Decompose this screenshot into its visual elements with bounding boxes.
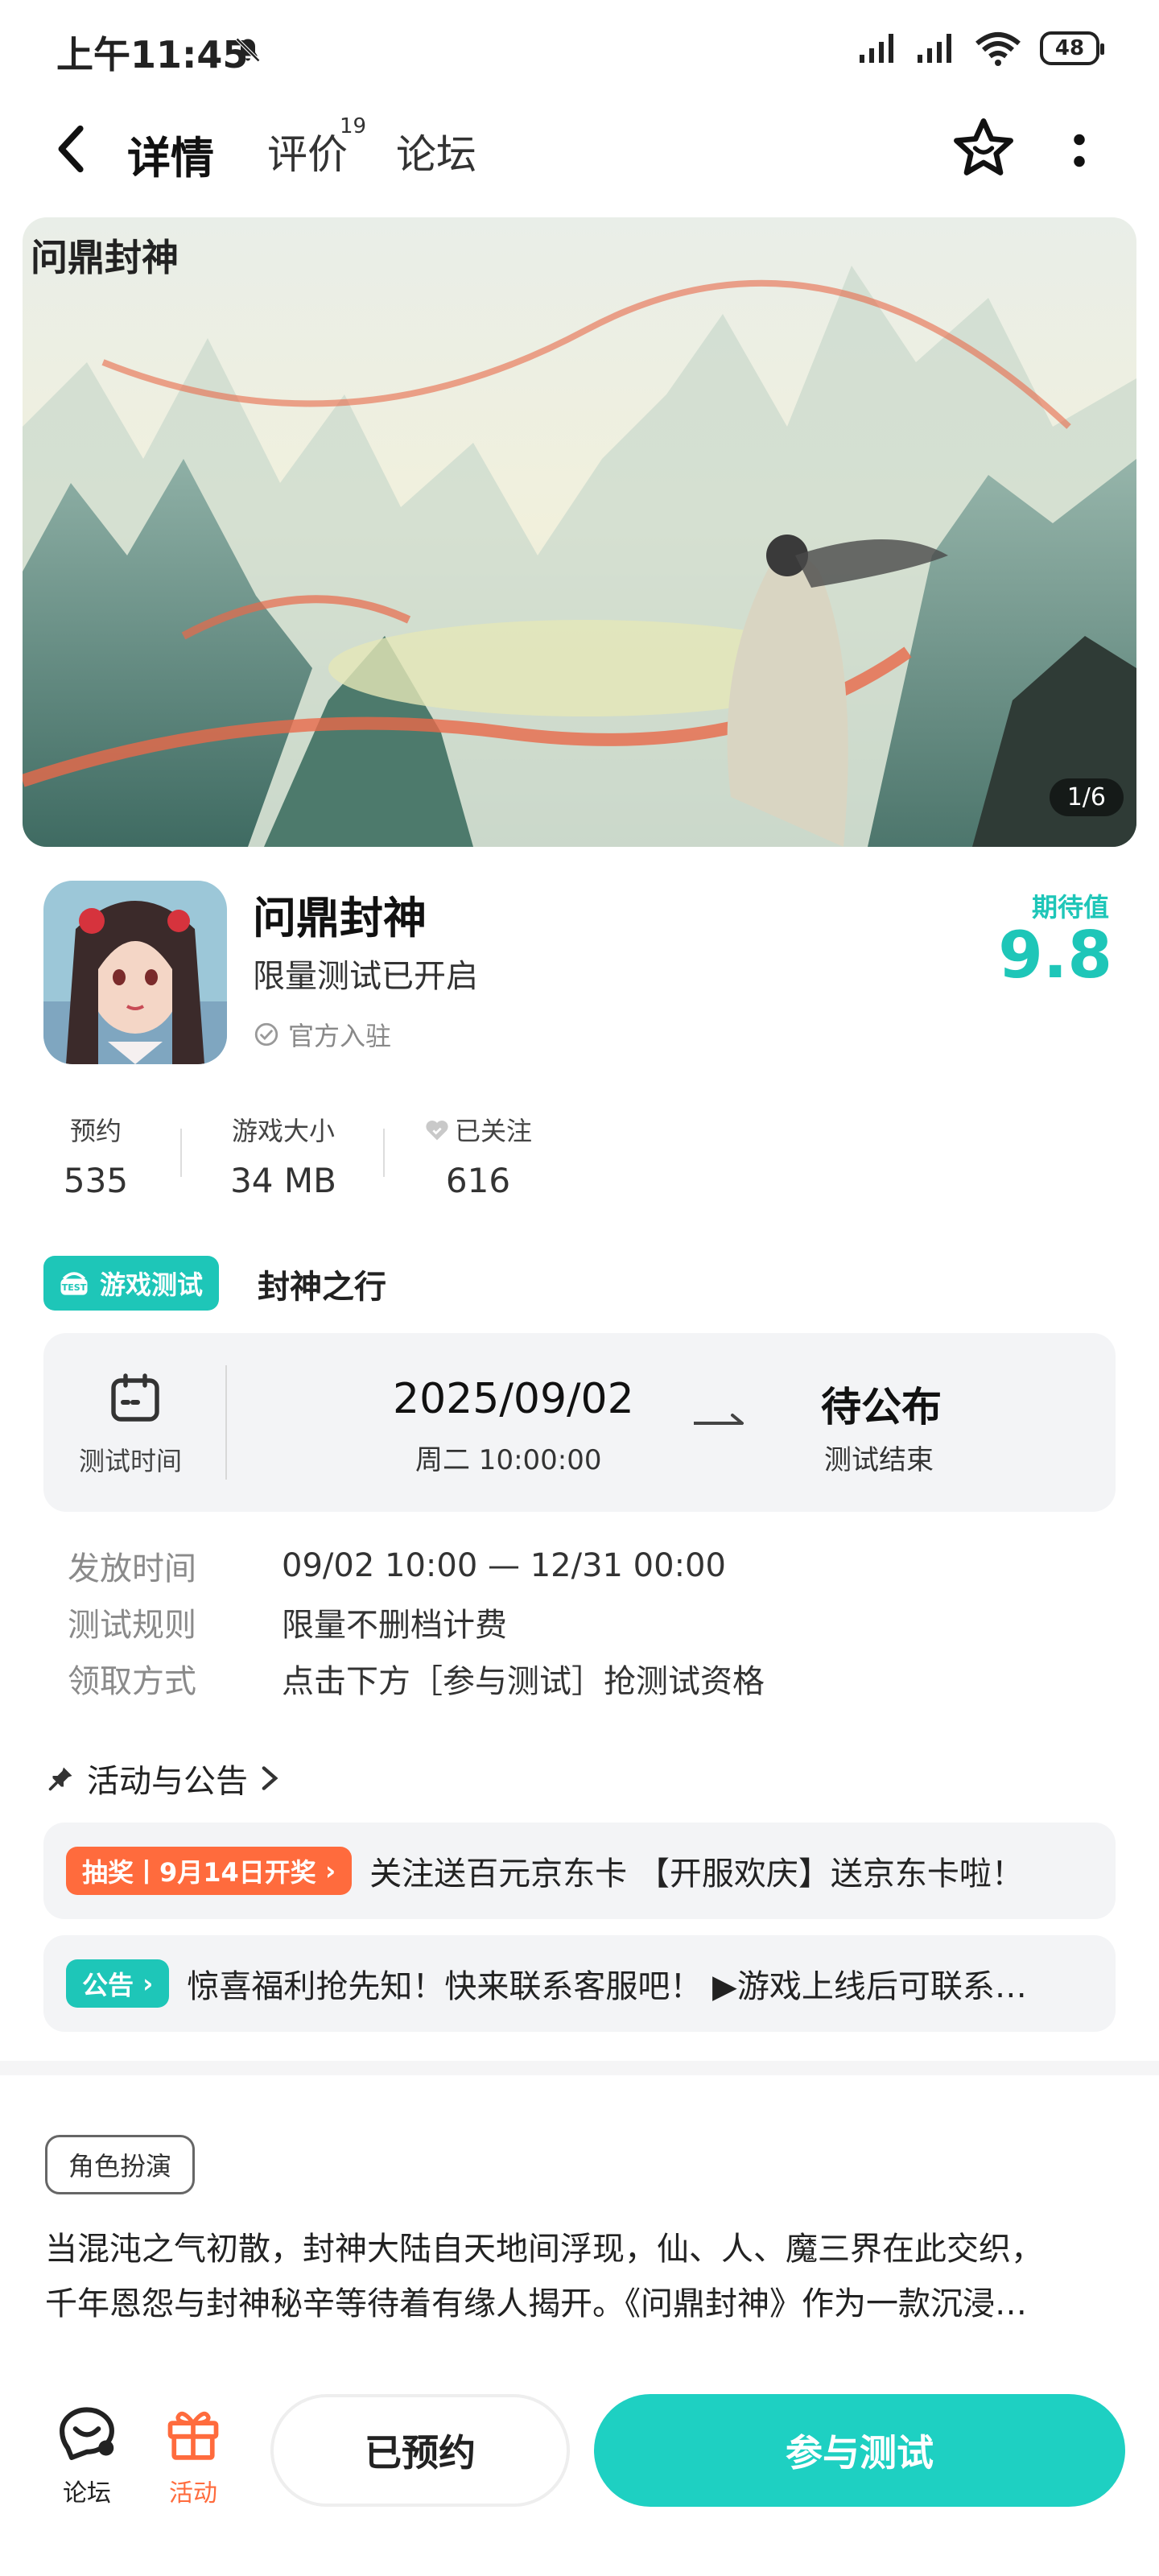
app-icon: [43, 881, 227, 1064]
banner-artwork: [23, 217, 1136, 847]
info-value: 限量不删档计费: [282, 1607, 507, 1644]
arrow-right-icon: [694, 1414, 744, 1425]
tab-forum[interactable]: 论坛: [396, 122, 476, 180]
check-circle-icon: [254, 1022, 278, 1046]
app-name: 问鼎封神: [253, 893, 427, 943]
activity-item-announcement[interactable]: 公告 › 惊喜福利抢先知！快来联系客服吧！ ▶游戏上线后可联系…: [43, 1935, 1116, 2032]
lottery-tag: 抽奖丨9月14日开奖 ›: [66, 1847, 353, 1895]
banner-carousel[interactable]: 问鼎封神 1/6: [23, 217, 1136, 847]
chevron-right-icon: ›: [134, 1968, 154, 1999]
tab-forum-label: 论坛: [396, 131, 476, 178]
stat-size: 游戏大小 34 MB: [211, 1111, 356, 1200]
join-test-button[interactable]: 参与测试: [594, 2394, 1125, 2507]
activity-text: 关注送百元京东卡 【开服欢庆】送京东卡啦！: [369, 1856, 1024, 1893]
calendar-icon: [111, 1373, 159, 1422]
test-time-card: 测试时间 2025/09/02 周二 10:00:00 待公布 测试结束: [43, 1333, 1116, 1512]
tab-detail[interactable]: 详情: [127, 122, 214, 186]
tab-detail-label: 详情: [127, 133, 214, 184]
info-row: 领取方式 点击下方［参与测试］抢测试资格: [68, 1650, 765, 1707]
info-key: 领取方式: [68, 1663, 196, 1700]
test-start-date: 2025/09/02: [393, 1375, 634, 1423]
app-subtitle: 限量测试已开启: [253, 958, 478, 995]
activity-text: 惊喜福利抢先知！快来联系客服吧！ ▶游戏上线后可联系…: [187, 1968, 1027, 2005]
stat-value: 616: [445, 1161, 511, 1200]
stat-label: 预约: [69, 1116, 122, 1146]
stat-label: 游戏大小: [231, 1116, 335, 1146]
bottom-activity-label: 活动: [169, 2479, 217, 2508]
game-description[interactable]: 当混沌之气初散，封神大陆自天地间浮现，仙、人、魔三界在此交织， 千年恩怨与封神秘…: [45, 2222, 1116, 2331]
bottom-activity-button[interactable]: 活动: [153, 2402, 233, 2508]
reserved-button[interactable]: 已预约: [270, 2394, 570, 2507]
official-label: 官方入驻: [288, 1021, 392, 1051]
top-nav: 详情 评价 19 论坛: [0, 97, 1159, 201]
info-key: 测试规则: [68, 1607, 196, 1644]
test-end-label: 测试结束: [824, 1444, 934, 1476]
test-start-time: 周二 10:00:00: [415, 1444, 602, 1476]
chevron-right-icon: ›: [316, 1856, 336, 1886]
genre-tag[interactable]: 角色扮演: [45, 2135, 196, 2194]
wifi-icon: [975, 32, 1021, 66]
chevron-right-icon: [262, 1766, 278, 1790]
test-time-label: 测试时间: [79, 1446, 183, 1476]
stat-label: 已关注: [414, 1111, 542, 1148]
test-info-list: 发放时间 09/02 10:00 — 12/31 00:00 测试规则 限量不删…: [68, 1538, 765, 1707]
signal-icon: [860, 34, 893, 63]
announcement-tag-label: 公告: [82, 1970, 134, 2000]
stat-divider: [383, 1129, 385, 1177]
official-badge[interactable]: 官方入驻: [253, 1016, 391, 1053]
info-row: 发放时间 09/02 10:00 — 12/31 00:00: [68, 1538, 765, 1594]
stats-row: 预约 535 游戏大小 34 MB 已关注 616: [43, 1111, 768, 1200]
info-value: 点击下方［参与测试］抢测试资格: [282, 1663, 765, 1700]
description-line: 当混沌之气初散，封神大陆自天地间浮现，仙、人、魔三界在此交织，: [45, 2231, 1043, 2268]
info-value: 09/02 10:00 — 12/31 00:00: [282, 1547, 726, 1584]
game-test-badge-label: 游戏测试: [100, 1269, 204, 1300]
back-arrow-icon[interactable]: [48, 122, 97, 175]
status-time: 上午11:45: [56, 33, 249, 76]
gift-icon: [167, 2411, 219, 2460]
game-test-badge: TEST 游戏测试: [43, 1256, 220, 1311]
signal-icon: [918, 34, 951, 63]
section-divider: [0, 2061, 1159, 2075]
description-line: 千年恩怨与封神秘辛等待着有缘人揭开。《问鼎封神》作为一款沉浸…: [45, 2285, 1027, 2322]
test-icon: TEST: [60, 1272, 88, 1295]
tab-review[interactable]: 评价 19: [267, 114, 366, 180]
bottom-forum-button[interactable]: 论坛: [47, 2402, 127, 2508]
announcement-tag: 公告 ›: [66, 1959, 170, 2008]
banner-logo-text: 问鼎封神: [31, 236, 179, 279]
star-icon[interactable]: [950, 114, 1017, 182]
stat-followed[interactable]: 已关注 616: [414, 1111, 542, 1200]
status-bar: 上午11:45 48: [0, 0, 1159, 97]
bell-muted-icon: [235, 37, 261, 63]
bottom-action-bar: 论坛 活动 已预约 参与测试: [0, 2367, 1159, 2576]
activity-section-header[interactable]: 活动与公告: [47, 1755, 280, 1802]
battery-indicator: 48: [1040, 31, 1104, 65]
bottom-forum-label: 论坛: [63, 2479, 111, 2508]
chat-bubble-icon: [60, 2407, 114, 2460]
activity-section-title: 活动与公告: [87, 1763, 248, 1800]
lottery-tag-label: 抽奖丨9月14日开奖: [82, 1857, 316, 1888]
activity-item-lottery[interactable]: 抽奖丨9月14日开奖 › 关注送百元京东卡 【开服欢庆】送京东卡啦！: [43, 1823, 1116, 1919]
review-count-badge: 19: [340, 114, 367, 138]
stat-reservations: 预约 535: [52, 1111, 140, 1200]
stat-followed-label: 已关注: [454, 1116, 532, 1146]
stat-value: 34 MB: [230, 1161, 336, 1200]
expect-score: 9.8: [998, 918, 1112, 993]
heart-icon: [426, 1121, 448, 1141]
stat-value: 535: [63, 1161, 129, 1200]
pin-icon: [48, 1767, 72, 1791]
info-key: 发放时间: [68, 1550, 196, 1587]
svg-text:TEST: TEST: [62, 1282, 87, 1293]
tab-review-label: 评价: [267, 131, 348, 178]
stat-divider: [180, 1129, 182, 1177]
card-divider: [225, 1365, 227, 1480]
test-name: 封神之行: [258, 1269, 386, 1306]
banner-page-counter: 1/6: [1049, 778, 1124, 816]
more-vertical-icon[interactable]: [1059, 129, 1099, 172]
info-row: 测试规则 限量不删档计费: [68, 1594, 765, 1650]
test-end-status: 待公布: [821, 1384, 942, 1430]
